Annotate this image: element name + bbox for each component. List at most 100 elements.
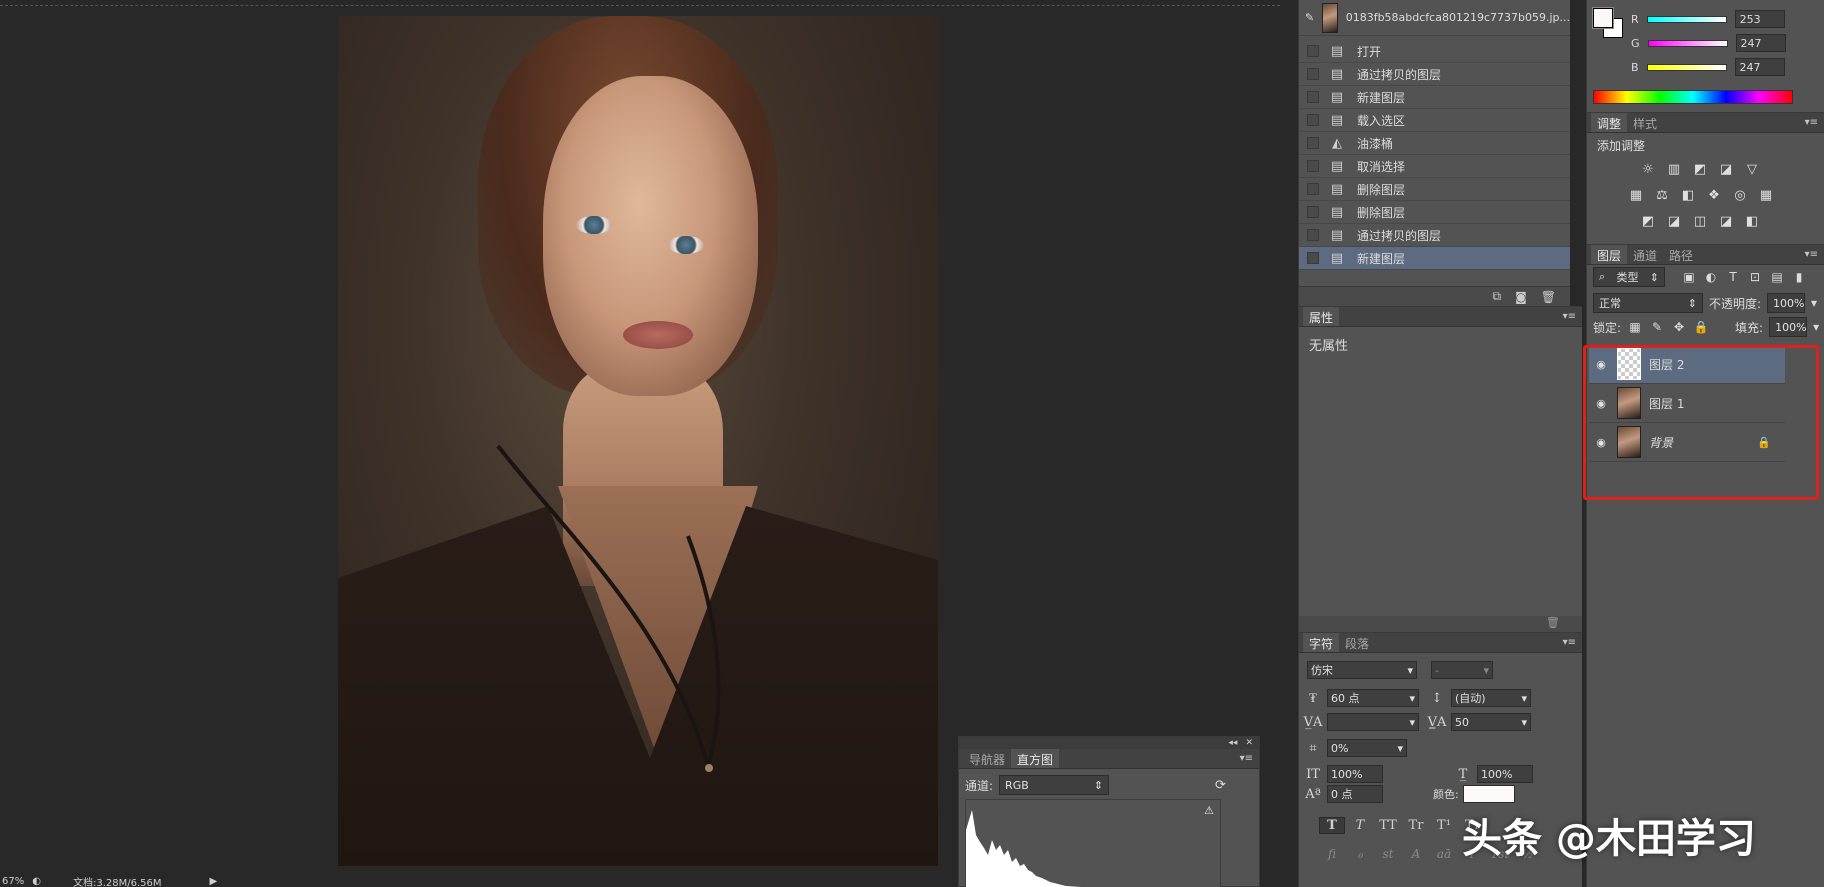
tab-styles[interactable]: 样式 bbox=[1627, 113, 1663, 132]
tab-properties[interactable]: 属性 bbox=[1303, 307, 1340, 326]
swash-button[interactable]: A bbox=[1403, 847, 1429, 861]
font-style-select[interactable]: - ▾ bbox=[1431, 661, 1493, 679]
history-item[interactable]: ◭ 油漆桶 bbox=[1299, 132, 1570, 155]
black-white-icon[interactable]: ◧ bbox=[1679, 187, 1697, 205]
dropdown-arrow-icon[interactable]: ▾ bbox=[1811, 296, 1817, 310]
history-item[interactable]: ▤ 删除图层 bbox=[1299, 201, 1570, 224]
shape-filter-icon[interactable]: ⊡ bbox=[1747, 270, 1763, 284]
ligatures-button[interactable]: fi bbox=[1319, 847, 1345, 861]
lock-image-icon[interactable]: ✎ bbox=[1649, 320, 1665, 334]
stylistic-alternates-button[interactable]: aā bbox=[1431, 847, 1457, 861]
layer-row[interactable]: ◉ 图层 2 bbox=[1589, 345, 1785, 384]
visibility-eye-icon[interactable]: ◉ bbox=[1589, 397, 1613, 410]
refresh-icon[interactable]: ⟳ bbox=[1215, 778, 1226, 793]
fill-input[interactable]: 100% bbox=[1769, 317, 1808, 337]
photo-filter-icon[interactable]: ❖ bbox=[1705, 187, 1723, 205]
font-size-input[interactable]: 60 点 ▾ bbox=[1327, 689, 1419, 707]
channel-mixer-icon[interactable]: ◎ bbox=[1731, 187, 1749, 205]
type-filter-icon[interactable]: T bbox=[1725, 270, 1741, 284]
history-item[interactable]: ▤ 打开 bbox=[1299, 40, 1570, 63]
history-checkbox[interactable] bbox=[1307, 206, 1319, 218]
tab-navigator[interactable]: 导航器 bbox=[963, 749, 1011, 768]
all-caps-button[interactable]: TT bbox=[1375, 818, 1401, 833]
lock-position-icon[interactable]: ✥ bbox=[1671, 320, 1687, 334]
zoom-level[interactable]: 67% bbox=[2, 876, 24, 887]
threshold-icon[interactable]: ◫ bbox=[1691, 213, 1709, 231]
history-item-selected[interactable]: ▤ 新建图层 bbox=[1299, 247, 1570, 270]
exposure-icon[interactable]: ◪ bbox=[1717, 161, 1735, 179]
history-checkbox[interactable] bbox=[1307, 229, 1319, 241]
document-image[interactable] bbox=[338, 16, 938, 866]
history-checkbox[interactable] bbox=[1307, 45, 1319, 57]
text-color-swatch[interactable] bbox=[1462, 785, 1515, 803]
horizontal-scale-input[interactable]: 100% bbox=[1477, 765, 1533, 783]
history-item[interactable]: ▤ 通过拷贝的图层 bbox=[1299, 224, 1570, 247]
red-slider[interactable] bbox=[1646, 15, 1727, 23]
panel-menu-icon[interactable]: ▾≡ bbox=[1805, 249, 1818, 260]
tracking-input[interactable]: 50 ▾ bbox=[1451, 713, 1531, 731]
warning-icon[interactable]: ⚠ bbox=[1204, 804, 1214, 817]
status-menu-arrow-icon[interactable]: ▶ bbox=[210, 876, 218, 887]
history-checkbox[interactable] bbox=[1307, 137, 1319, 149]
history-checkbox[interactable] bbox=[1307, 183, 1319, 195]
blue-slider[interactable] bbox=[1646, 63, 1727, 71]
tsume-input[interactable]: 0% ▾ bbox=[1327, 739, 1407, 757]
history-checkbox[interactable] bbox=[1307, 252, 1319, 264]
layer-filter-select[interactable]: ⌕ 类型 ⇕ bbox=[1593, 267, 1665, 287]
color-spectrum[interactable] bbox=[1593, 90, 1793, 104]
lock-transparent-icon[interactable]: ▦ bbox=[1627, 320, 1643, 334]
posterize-icon[interactable]: ◪ bbox=[1665, 213, 1683, 231]
superscript-button[interactable]: T¹ bbox=[1431, 818, 1457, 833]
trash-icon[interactable]: 🗑 bbox=[1546, 616, 1560, 629]
old-style-button[interactable]: ℴ bbox=[1347, 847, 1373, 861]
panel-menu-icon[interactable]: ▾≡ bbox=[1563, 637, 1576, 648]
foreground-color-swatch[interactable] bbox=[1592, 7, 1614, 29]
history-checkbox[interactable] bbox=[1307, 160, 1319, 172]
visibility-eye-icon[interactable]: ◉ bbox=[1589, 436, 1613, 449]
history-checkbox[interactable] bbox=[1307, 114, 1319, 126]
history-item[interactable]: ▤ 删除图层 bbox=[1299, 178, 1570, 201]
close-icon[interactable]: ✕ bbox=[1245, 738, 1253, 748]
history-snapshot[interactable]: ✎ 0183fb58abdcfca801219c7737b059.jp... bbox=[1299, 0, 1570, 36]
tab-character[interactable]: 字符 bbox=[1303, 633, 1340, 652]
dropdown-arrow-icon[interactable]: ▾ bbox=[1813, 320, 1819, 334]
green-value-input[interactable]: 247 bbox=[1735, 34, 1786, 52]
layer-row[interactable]: ◉ 图层 1 bbox=[1589, 384, 1785, 423]
tab-histogram[interactable]: 直方图 bbox=[1011, 749, 1060, 768]
layer-name[interactable]: 背景 bbox=[1649, 434, 1673, 451]
filter-toggle-icon[interactable]: ▮ bbox=[1791, 270, 1807, 284]
panel-menu-icon[interactable]: ▾≡ bbox=[1563, 311, 1576, 322]
baseline-shift-input[interactable]: 0 点 bbox=[1327, 785, 1383, 803]
curves-icon[interactable]: ◩ bbox=[1691, 161, 1709, 179]
selective-color-icon[interactable]: ◧ bbox=[1743, 213, 1761, 231]
red-value-input[interactable]: 253 bbox=[1734, 10, 1785, 28]
brightness-contrast-icon[interactable]: ☼ bbox=[1639, 161, 1657, 179]
trash-icon[interactable]: 🗑 bbox=[1541, 290, 1556, 304]
lock-all-icon[interactable]: 🔒 bbox=[1693, 320, 1709, 334]
layer-name[interactable]: 图层 1 bbox=[1649, 395, 1684, 412]
discretionary-ligatures-button[interactable]: st bbox=[1375, 847, 1401, 861]
panel-menu-icon[interactable]: ▾≡ bbox=[1240, 753, 1253, 764]
tab-paths[interactable]: 路径 bbox=[1663, 245, 1699, 264]
camera-icon[interactable]: ◙ bbox=[1515, 290, 1527, 304]
adjustment-filter-icon[interactable]: ◐ bbox=[1703, 270, 1719, 284]
kerning-input[interactable]: ▾ bbox=[1327, 713, 1419, 731]
font-family-select[interactable]: 仿宋 ▾ bbox=[1307, 661, 1417, 679]
panel-menu-icon[interactable]: ▾≡ bbox=[1805, 117, 1818, 128]
tab-paragraph[interactable]: 段落 bbox=[1339, 633, 1375, 652]
pixel-filter-icon[interactable]: ▣ bbox=[1681, 270, 1697, 284]
history-checkbox[interactable] bbox=[1307, 68, 1319, 80]
history-item[interactable]: ▤ 取消选择 bbox=[1299, 155, 1570, 178]
faux-bold-button[interactable]: T bbox=[1319, 817, 1345, 834]
faux-italic-button[interactable]: T bbox=[1347, 818, 1373, 833]
layer-name[interactable]: 图层 2 bbox=[1649, 356, 1684, 373]
layer-row[interactable]: ◉ 背景 🔒 bbox=[1589, 423, 1785, 462]
history-item[interactable]: ▤ 通过拷贝的图层 bbox=[1299, 63, 1570, 86]
history-item[interactable]: ▤ 载入选区 bbox=[1299, 109, 1570, 132]
collapse-icon[interactable]: ◂◂ bbox=[1228, 738, 1237, 748]
green-slider[interactable] bbox=[1647, 39, 1728, 47]
channel-select[interactable]: RGB ⇕ bbox=[999, 775, 1110, 795]
invert-icon[interactable]: ◩ bbox=[1639, 213, 1657, 231]
tab-adjustments[interactable]: 调整 bbox=[1591, 113, 1628, 132]
opacity-input[interactable]: 100% bbox=[1767, 293, 1806, 313]
